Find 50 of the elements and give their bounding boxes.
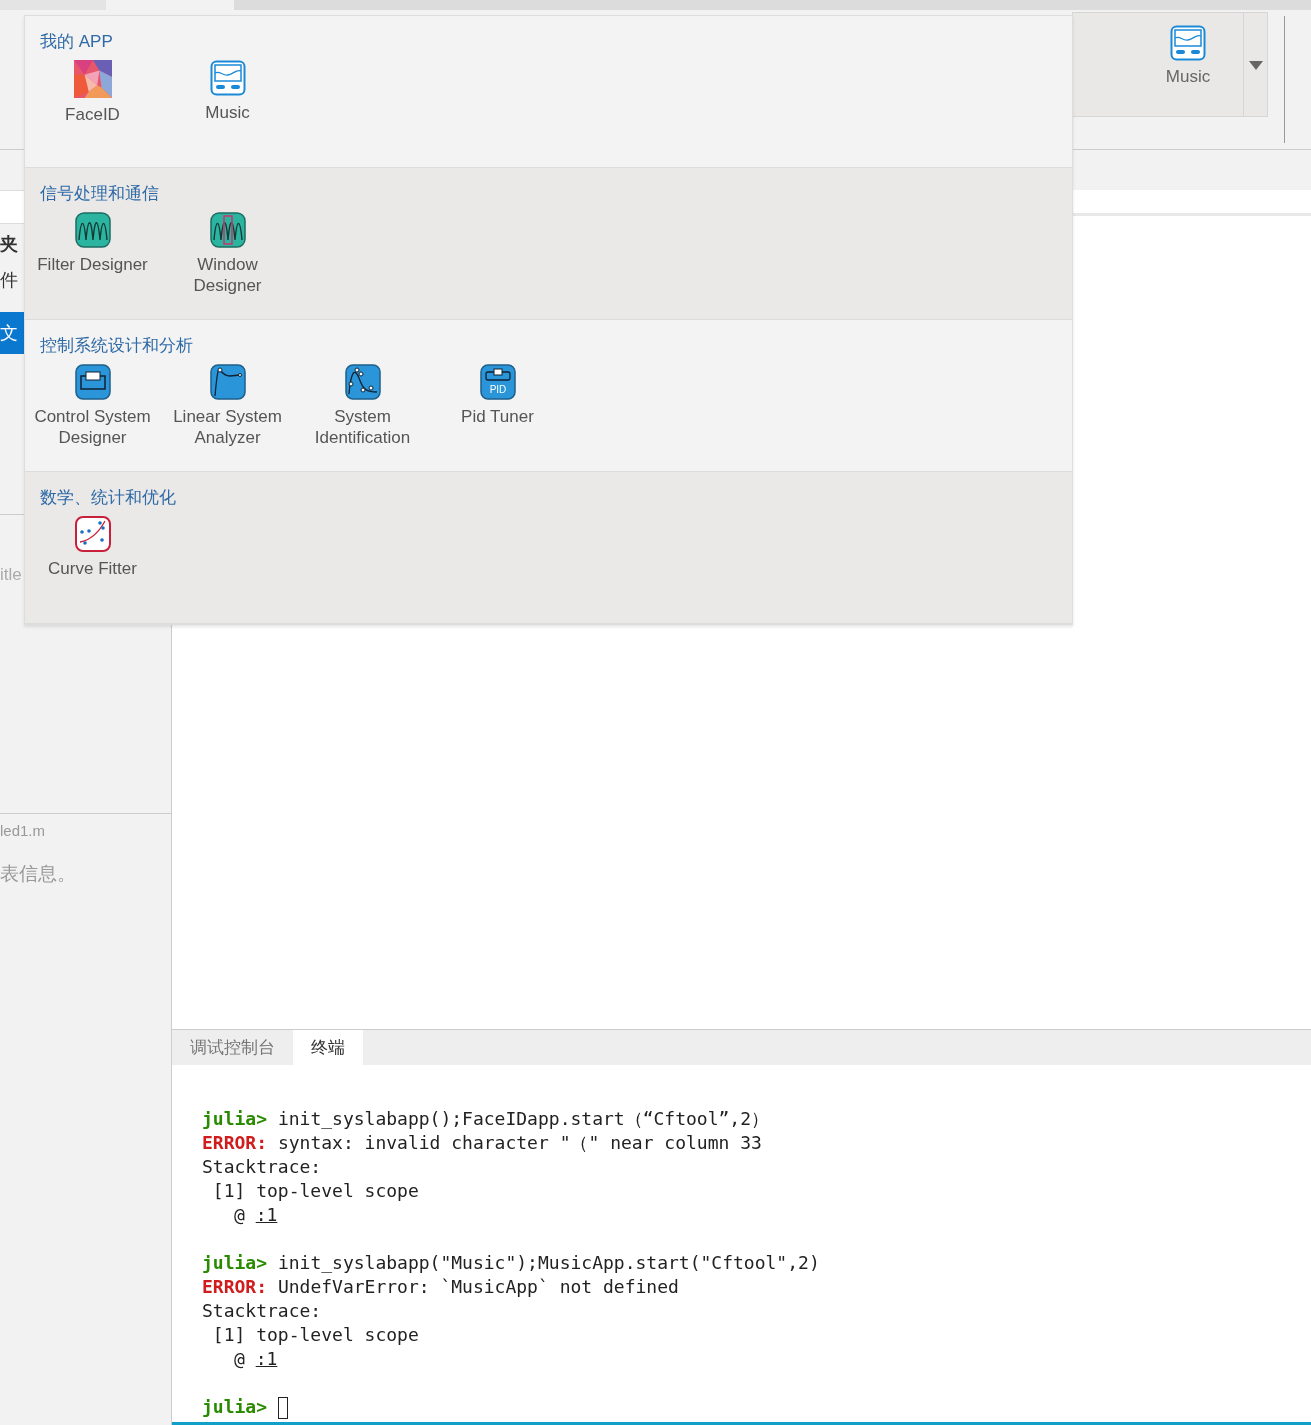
command-text: init_syslabapp("Music");MusicApp.start("Cftool",2) bbox=[277, 1252, 820, 1273]
section-title: 信号处理和通信 bbox=[40, 183, 160, 205]
section-title: 我的 APP bbox=[40, 31, 114, 53]
sidebar-item[interactable]: 件 bbox=[0, 268, 24, 292]
app-button[interactable]: Music bbox=[1133, 13, 1243, 116]
app-button[interactable]: Curve Fitter bbox=[25, 516, 160, 579]
section-title: 数学、统计和优化 bbox=[40, 487, 177, 509]
app-button[interactable]: FaceID bbox=[25, 60, 160, 125]
prompt: julia> bbox=[202, 1396, 268, 1417]
app-button[interactable]: System Identification bbox=[295, 364, 430, 448]
output-text: Stacktrace: bbox=[202, 1156, 322, 1177]
block-icon: PID bbox=[479, 364, 516, 400]
info-text: 表信息。 bbox=[0, 862, 76, 886]
output-text: [1] top-level scope bbox=[211, 1324, 419, 1345]
scatter-fit-icon bbox=[74, 516, 111, 552]
mosaic-icon bbox=[73, 60, 112, 98]
app-button[interactable]: Linear System Analyzer bbox=[160, 364, 295, 448]
section-title: 控制系统设计和分析 bbox=[40, 335, 194, 357]
error-message: syntax: invalid character "（" near column 33 bbox=[277, 1132, 762, 1153]
error-label: ERROR: bbox=[202, 1276, 268, 1297]
plot-icon bbox=[344, 364, 381, 400]
prompt: julia> bbox=[202, 1108, 268, 1129]
app-button[interactable]: PID Pid Tuner bbox=[430, 364, 565, 448]
app-button[interactable]: Control System Designer bbox=[25, 364, 160, 448]
source-link[interactable]: :1 bbox=[255, 1204, 278, 1225]
plot-icon bbox=[209, 364, 246, 400]
command-text: init_syslabapp();FaceIDapp.start（“Cftool”,2） bbox=[277, 1108, 770, 1129]
error-label: ERROR: bbox=[202, 1132, 268, 1153]
cursor bbox=[277, 1397, 288, 1419]
sidebar-item[interactable]: 夹 bbox=[0, 232, 24, 256]
monitor-icon bbox=[1170, 25, 1206, 61]
monitor-icon bbox=[209, 60, 246, 96]
source-link[interactable]: :1 bbox=[255, 1348, 278, 1369]
panel-tab[interactable]: 终端 bbox=[293, 1030, 363, 1065]
app-button[interactable]: Music bbox=[160, 60, 295, 125]
caret-icon bbox=[1248, 61, 1263, 71]
at-sign: @ bbox=[234, 1348, 245, 1369]
block-icon bbox=[74, 364, 111, 400]
output-text: Stacktrace: bbox=[202, 1300, 322, 1321]
waveform-icon bbox=[209, 212, 246, 248]
error-message: UndefVarError: `MusicApp` not defined bbox=[277, 1276, 679, 1297]
prompt: julia> bbox=[202, 1252, 268, 1273]
file-title: itle bbox=[0, 565, 22, 585]
output-text: [1] top-level scope bbox=[211, 1180, 419, 1201]
app-button[interactable]: Filter Designer bbox=[25, 212, 160, 296]
at-sign: @ bbox=[234, 1204, 245, 1225]
waveform-icon bbox=[74, 212, 111, 248]
sidebar-item[interactable]: 文 bbox=[0, 312, 24, 354]
file-name: led1.m bbox=[0, 822, 46, 839]
app-button[interactable]: Window Designer bbox=[160, 212, 295, 296]
